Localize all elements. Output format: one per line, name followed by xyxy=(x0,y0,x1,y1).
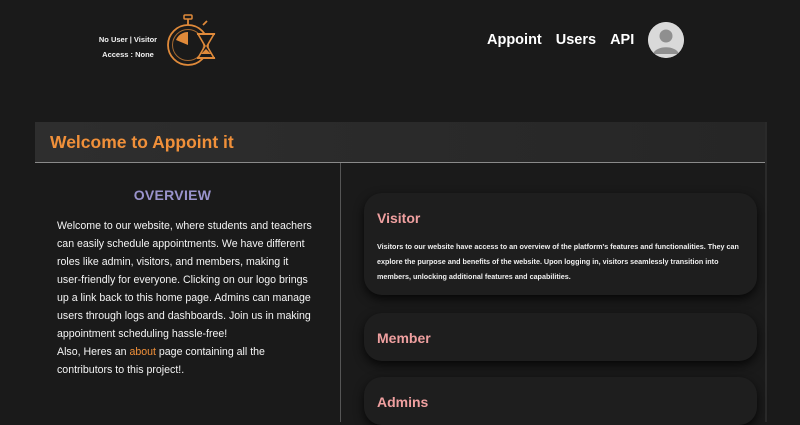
overview-panel: OVERVIEW Welcome to our website, where s… xyxy=(35,163,341,422)
nav-links: Appoint Users API xyxy=(487,32,634,48)
overview-text: Welcome to our website, where students a… xyxy=(57,217,315,379)
user-status: No User | Visitor Access : None xyxy=(92,32,164,62)
role-card-member[interactable]: Member xyxy=(364,313,757,361)
nav-api-link[interactable]: API xyxy=(610,32,634,48)
role-card-admins[interactable]: Admins xyxy=(364,377,757,425)
about-prefix: Also, Heres an xyxy=(57,346,130,358)
main-content: Welcome to Appoint it OVERVIEW Welcome t… xyxy=(35,122,767,425)
top-navbar: No User | Visitor Access : None Appoint … xyxy=(0,0,800,82)
welcome-banner: Welcome to Appoint it xyxy=(35,122,765,163)
role-description-visitor: Visitors to our website have access to a… xyxy=(377,242,739,281)
access-status-line: Access : None xyxy=(102,50,154,59)
user-status-line: No User | Visitor xyxy=(98,35,158,44)
role-title-member: Member xyxy=(377,330,431,346)
role-card-visitor: Visitor Visitors to our website have acc… xyxy=(364,193,757,295)
overview-heading: OVERVIEW xyxy=(133,187,212,203)
about-link[interactable]: about xyxy=(129,346,156,358)
role-title-visitor: Visitor xyxy=(377,210,421,226)
nav-appoint-link[interactable]: Appoint xyxy=(487,32,542,48)
nav-users-link[interactable]: Users xyxy=(556,32,596,48)
overview-paragraph: Welcome to our website, where students a… xyxy=(57,220,312,340)
welcome-title: Welcome to Appoint it xyxy=(50,132,234,152)
user-avatar-icon[interactable] xyxy=(648,22,684,58)
role-title-admins: Admins xyxy=(377,394,429,410)
stopwatch-hourglass-logo-icon[interactable] xyxy=(162,12,220,70)
